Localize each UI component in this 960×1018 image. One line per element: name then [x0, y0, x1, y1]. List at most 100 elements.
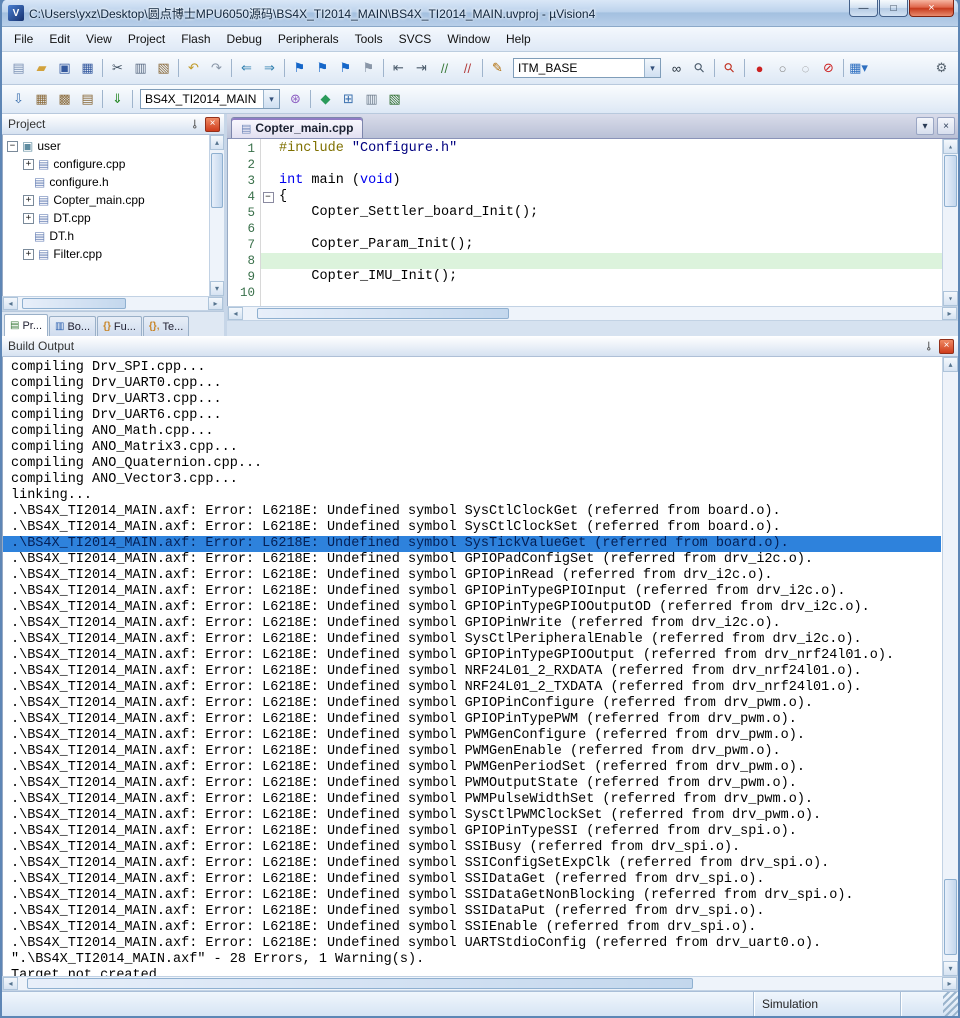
scroll-down-button[interactable]: ▾	[943, 291, 958, 306]
debug-icon[interactable]: ⚲	[714, 52, 746, 84]
build-output-line[interactable]: compiling Drv_SPI.cpp...	[3, 360, 941, 376]
tree-node-filter-cpp[interactable]: + ▤ Filter.cpp	[3, 245, 208, 263]
menu-item-project[interactable]: Project	[120, 29, 173, 49]
build-output-line[interactable]: linking...	[3, 488, 941, 504]
build-output-line[interactable]: .\BS4X_TI2014_MAIN.axf: Error: L6218E: U…	[3, 696, 941, 712]
build-output-line[interactable]: .\BS4X_TI2014_MAIN.axf: Error: L6218E: U…	[3, 808, 941, 824]
breakpoint-icon[interactable]: ●	[748, 57, 771, 79]
project-tab[interactable]: ▤ Pr...	[4, 314, 49, 336]
scroll-right-button[interactable]: ▸	[208, 297, 223, 310]
fold-collapse-icon[interactable]: −	[262, 191, 274, 203]
undo-icon[interactable]: ↶	[182, 57, 205, 79]
scroll-up-button[interactable]: ▴	[943, 357, 958, 372]
tree-node-copter-main-cpp[interactable]: + ▤ Copter_main.cpp	[3, 191, 208, 209]
editor-tab[interactable]: ▤ Copter_main.cpp	[231, 117, 364, 138]
editor-hscrollbar[interactable]: ◂ ▸	[227, 306, 958, 321]
scroll-thumb[interactable]	[944, 878, 957, 956]
build-output-line[interactable]: .\BS4X_TI2014_MAIN.axf: Error: L6218E: U…	[3, 664, 941, 680]
menu-item-help[interactable]: Help	[498, 29, 539, 49]
functions-tab[interactable]: {} Fu...	[97, 316, 142, 336]
bookmark-next-icon[interactable]: ⚑	[334, 57, 357, 79]
breakpoint-disable-all-icon[interactable]: ◌	[794, 57, 817, 79]
batch-build-icon[interactable]: ▤	[76, 88, 99, 110]
build-output-line[interactable]: .\BS4X_TI2014_MAIN.axf: Error: L6218E: U…	[3, 904, 941, 920]
scroll-up-button[interactable]: ▴	[943, 139, 958, 154]
code-line[interactable]: {	[275, 189, 958, 205]
build-output-line[interactable]: .\BS4X_TI2014_MAIN.axf: Error: L6218E: U…	[3, 536, 941, 552]
build-output-line[interactable]: .\BS4X_TI2014_MAIN.axf: Error: L6218E: U…	[3, 760, 941, 776]
code-line[interactable]: Copter_Param_Init();	[275, 237, 958, 253]
menu-item-file[interactable]: File	[6, 29, 41, 49]
build-output-line[interactable]: .\BS4X_TI2014_MAIN.axf: Error: L6218E: U…	[3, 888, 941, 904]
configure-flags-icon[interactable]: ✎	[486, 57, 509, 79]
scroll-thumb[interactable]	[21, 298, 127, 309]
books-icon[interactable]: ▧	[383, 88, 406, 110]
tree-expander[interactable]: +	[23, 248, 34, 260]
build-output-line[interactable]: .\BS4X_TI2014_MAIN.axf: Error: L6218E: U…	[3, 616, 941, 632]
scroll-thumb[interactable]	[27, 978, 693, 989]
build-output-line[interactable]: compiling ANO_Vector3.cpp...	[3, 472, 941, 488]
new-file-icon[interactable]: ▤	[7, 57, 30, 79]
configure-tools-icon[interactable]: ⚙	[930, 57, 953, 79]
editor-vscrollbar[interactable]: ▴ ▾	[942, 139, 958, 306]
code-line[interactable]: int main (void)	[275, 173, 958, 189]
editor-code-area[interactable]: 1 2 3 4 5 6 7 8 9 10 − #include "Configure.h" int …	[227, 139, 958, 306]
scroll-down-button[interactable]: ▾	[210, 281, 224, 296]
uncomment-icon[interactable]: //	[456, 57, 479, 79]
scroll-track[interactable]	[943, 372, 958, 961]
bookmark-clear-icon[interactable]: ⚑	[357, 57, 380, 79]
build-output-line[interactable]: .\BS4X_TI2014_MAIN.axf: Error: L6218E: U…	[3, 728, 941, 744]
title-bar[interactable]: V C:\Users\yxz\Desktop\圆点博士MPU6050源码\BS4…	[2, 0, 958, 27]
tree-node-user[interactable]: − ▣ user	[3, 137, 208, 155]
project-tree-hscrollbar[interactable]: ◂ ▸	[2, 296, 224, 311]
bookmark-prev-icon[interactable]: ⚑	[311, 57, 334, 79]
menu-item-edit[interactable]: Edit	[41, 29, 78, 49]
scroll-left-button[interactable]: ◂	[3, 297, 18, 310]
breakpoint-disable-icon[interactable]: ○	[771, 57, 794, 79]
scroll-up-button[interactable]: ▴	[210, 135, 224, 150]
build-output-vscrollbar[interactable]: ▴ ▾	[942, 357, 958, 976]
close-icon[interactable]: ×	[205, 116, 220, 132]
tree-node-dt-h[interactable]: ▤ DT.h	[3, 227, 208, 245]
project-tree-vscrollbar[interactable]: ▴ ▾	[209, 135, 224, 296]
build-output-line[interactable]: .\BS4X_TI2014_MAIN.axf: Error: L6218E: U…	[3, 680, 941, 696]
build-output-line[interactable]: .\BS4X_TI2014_MAIN.axf: Error: L6218E: U…	[3, 520, 941, 536]
build-output-line[interactable]: .\BS4X_TI2014_MAIN.axf: Error: L6218E: U…	[3, 840, 941, 856]
code-line[interactable]	[275, 253, 958, 269]
build-output-line[interactable]: ".\BS4X_TI2014_MAIN.axf" - 28 Errors, 1 …	[3, 952, 941, 968]
menu-item-window[interactable]: Window	[439, 29, 498, 49]
menu-item-peripherals[interactable]: Peripherals	[270, 29, 347, 49]
translate-icon[interactable]: ⇩	[7, 88, 30, 110]
scroll-down-button[interactable]: ▾	[943, 961, 958, 976]
books-tab[interactable]: ▥ Bo...	[49, 316, 97, 336]
scroll-thumb[interactable]	[211, 152, 223, 208]
scroll-track[interactable]	[18, 977, 942, 990]
menu-item-flash[interactable]: Flash	[173, 29, 218, 49]
tree-node-configure-h[interactable]: ▤ configure.h	[3, 173, 208, 191]
download-icon[interactable]: ⇓	[106, 88, 129, 110]
build-output-line[interactable]: compiling ANO_Matrix3.cpp...	[3, 440, 941, 456]
close-button[interactable]: ×	[909, 0, 954, 17]
unindent-icon[interactable]: ⇤	[387, 57, 410, 79]
build-output-line[interactable]: compiling Drv_UART3.cpp...	[3, 392, 941, 408]
scroll-track[interactable]	[210, 150, 224, 281]
code-line[interactable]	[275, 157, 958, 173]
build-output-line[interactable]: .\BS4X_TI2014_MAIN.axf: Error: L6218E: U…	[3, 936, 941, 952]
scroll-track[interactable]	[943, 154, 958, 291]
scroll-thumb[interactable]	[944, 155, 957, 208]
build-output-line[interactable]: .\BS4X_TI2014_MAIN.axf: Error: L6218E: U…	[3, 600, 941, 616]
templates-tab[interactable]: {}, Te...	[142, 316, 190, 336]
close-icon[interactable]: ×	[939, 338, 954, 354]
build-output-line[interactable]: Target not created	[3, 968, 941, 976]
paste-icon[interactable]: ▧	[152, 57, 175, 79]
build-output-line[interactable]: .\BS4X_TI2014_MAIN.axf: Error: L6218E: U…	[3, 856, 941, 872]
tree-node-dt-cpp[interactable]: + ▤ DT.cpp	[3, 209, 208, 227]
code-line[interactable]: Copter_IMU_Init();	[275, 269, 958, 285]
file-extensions-icon[interactable]: ▥	[360, 88, 383, 110]
maximize-button[interactable]: □	[879, 0, 908, 17]
scroll-track[interactable]	[243, 307, 942, 320]
fold-cell[interactable]: −	[261, 189, 275, 205]
minimize-button[interactable]: —	[849, 0, 878, 17]
build-output-line[interactable]: .\BS4X_TI2014_MAIN.axf: Error: L6218E: U…	[3, 648, 941, 664]
build-output-line[interactable]: .\BS4X_TI2014_MAIN.axf: Error: L6218E: U…	[3, 744, 941, 760]
